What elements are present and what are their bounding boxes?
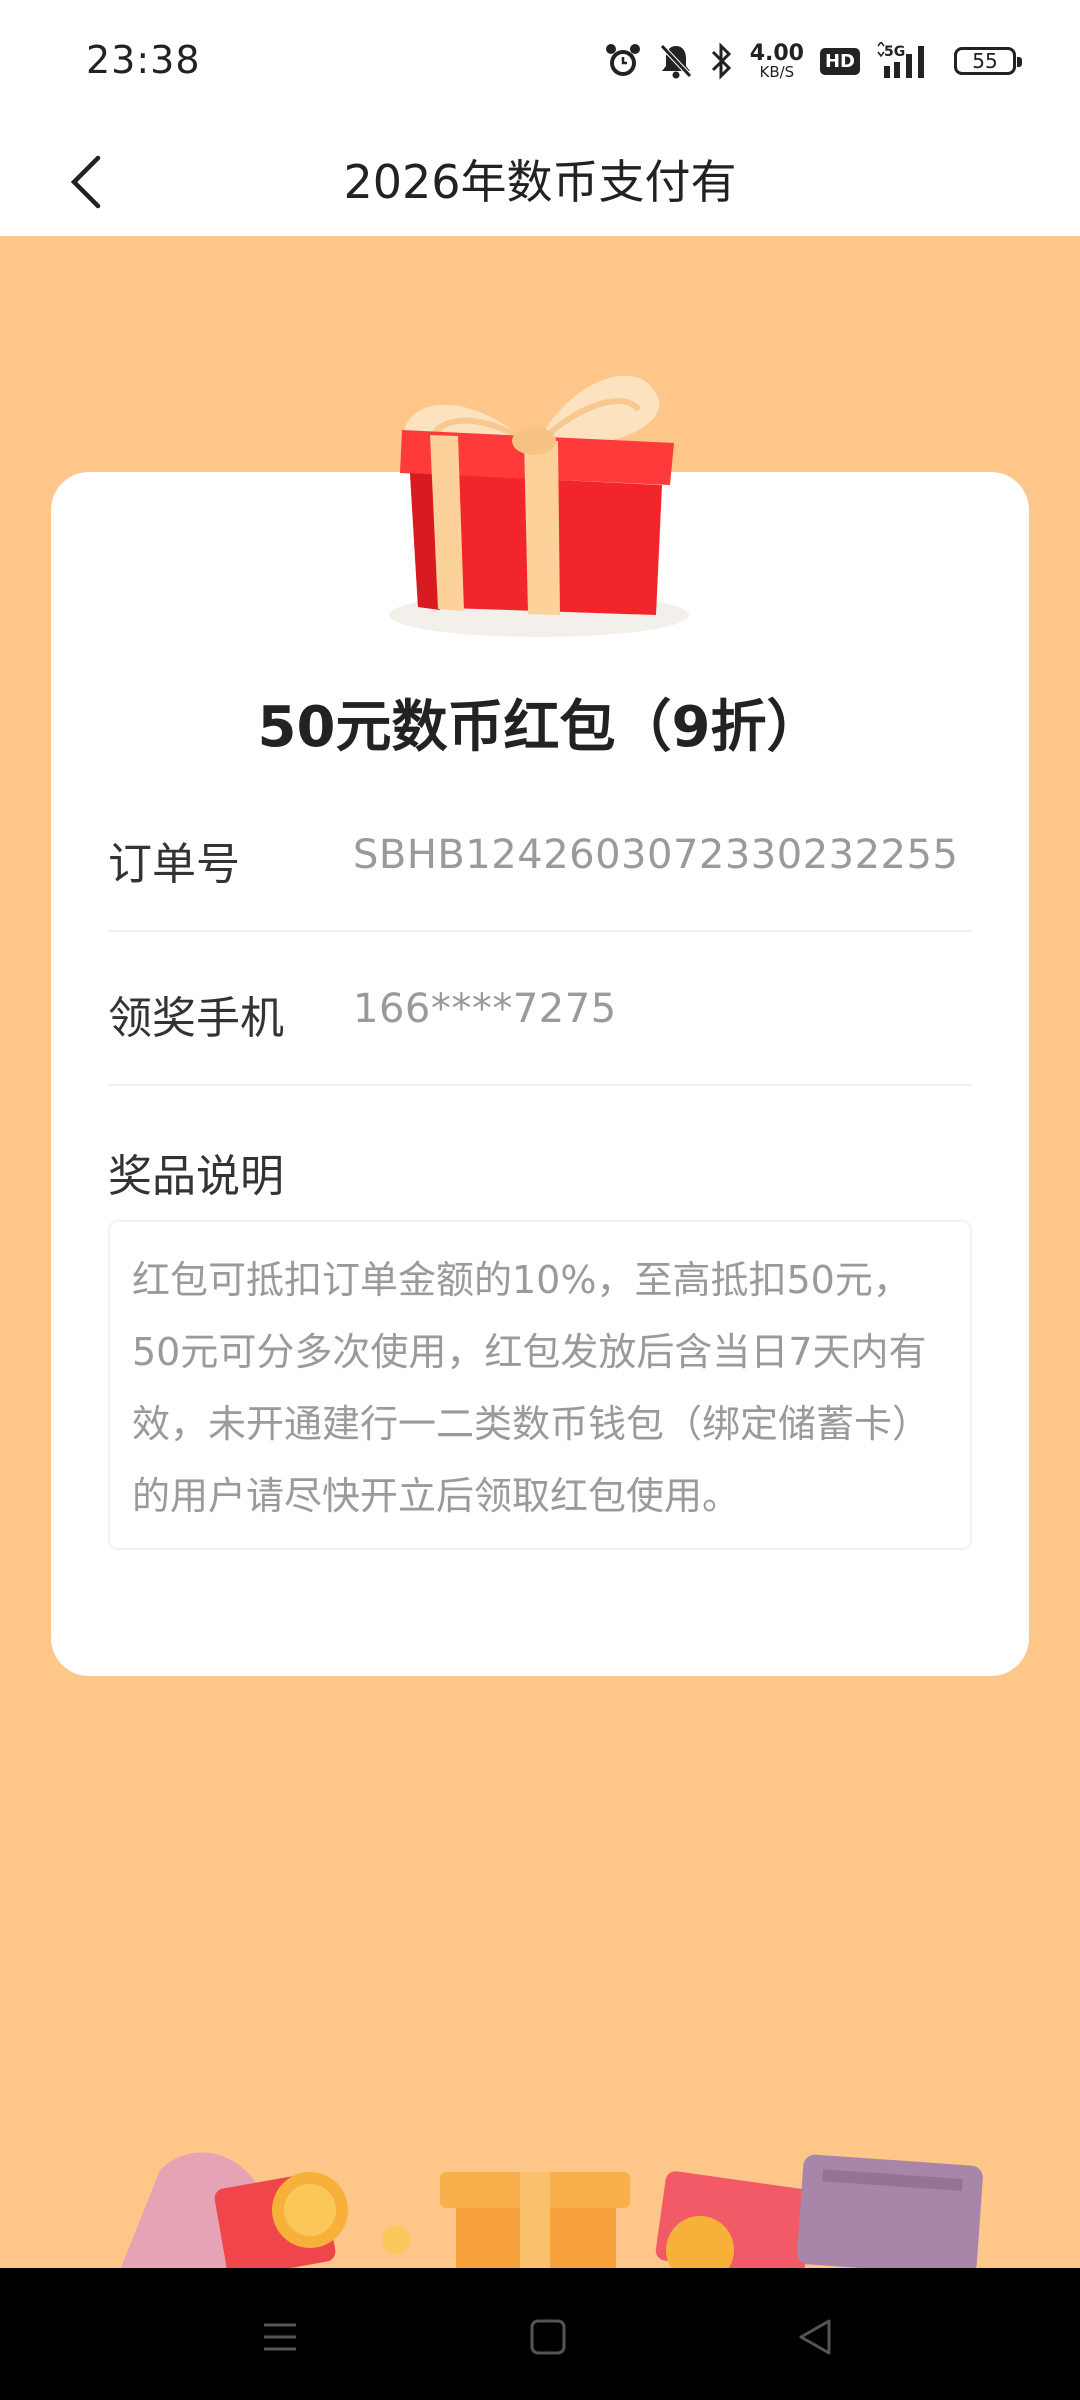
signal-icon: 5G [876,42,938,80]
home-button[interactable] [523,2312,573,2362]
desc-text: 红包可抵扣订单金额的10%，至高抵扣50元，50元可分多次使用，红包发放后含当日… [108,1220,972,1550]
desc-heading: 奖品说明 [108,1151,284,1202]
phone-row: 领奖手机 166****7275 [108,936,972,1086]
alarm-icon [604,42,642,80]
order-label: 订单号 [108,839,240,890]
order-row: 订单号 SBHB1242603072330232255 [108,782,972,932]
back-nav-button[interactable] [790,2312,840,2362]
status-icons: 4.00 KB/S HD 5G 55 [604,38,1022,84]
page-title: 2026年数币支付有 [343,155,737,209]
back-icon [799,2319,831,2355]
menu-icon [264,2323,296,2351]
hd-icon: HD [819,47,860,75]
system-nav-bar [0,2268,1080,2400]
mute-icon [658,42,694,80]
gift-box-icon [389,375,689,637]
bluetooth-icon [710,42,734,80]
order-value: SBHB1242603072330232255 [353,832,959,878]
battery-icon: 55 [954,47,1022,75]
network-speed: 4.00 KB/S [749,40,804,81]
prize-title: 50元数币红包（9折） [257,695,823,760]
phone-label: 领奖手机 [108,993,284,1044]
phone-value: 166****7275 [353,986,617,1032]
status-time: 23:38 [86,38,201,82]
decoration-illustration [120,2152,983,2270]
home-icon [530,2319,566,2355]
status-bar: 23:38 4.00 KB/S HD 5G 55 [0,0,1080,122]
svg-text:5G: 5G [884,44,905,60]
nav-bar: 2026年数币支付有 [0,122,1080,236]
menu-button[interactable] [255,2312,305,2362]
